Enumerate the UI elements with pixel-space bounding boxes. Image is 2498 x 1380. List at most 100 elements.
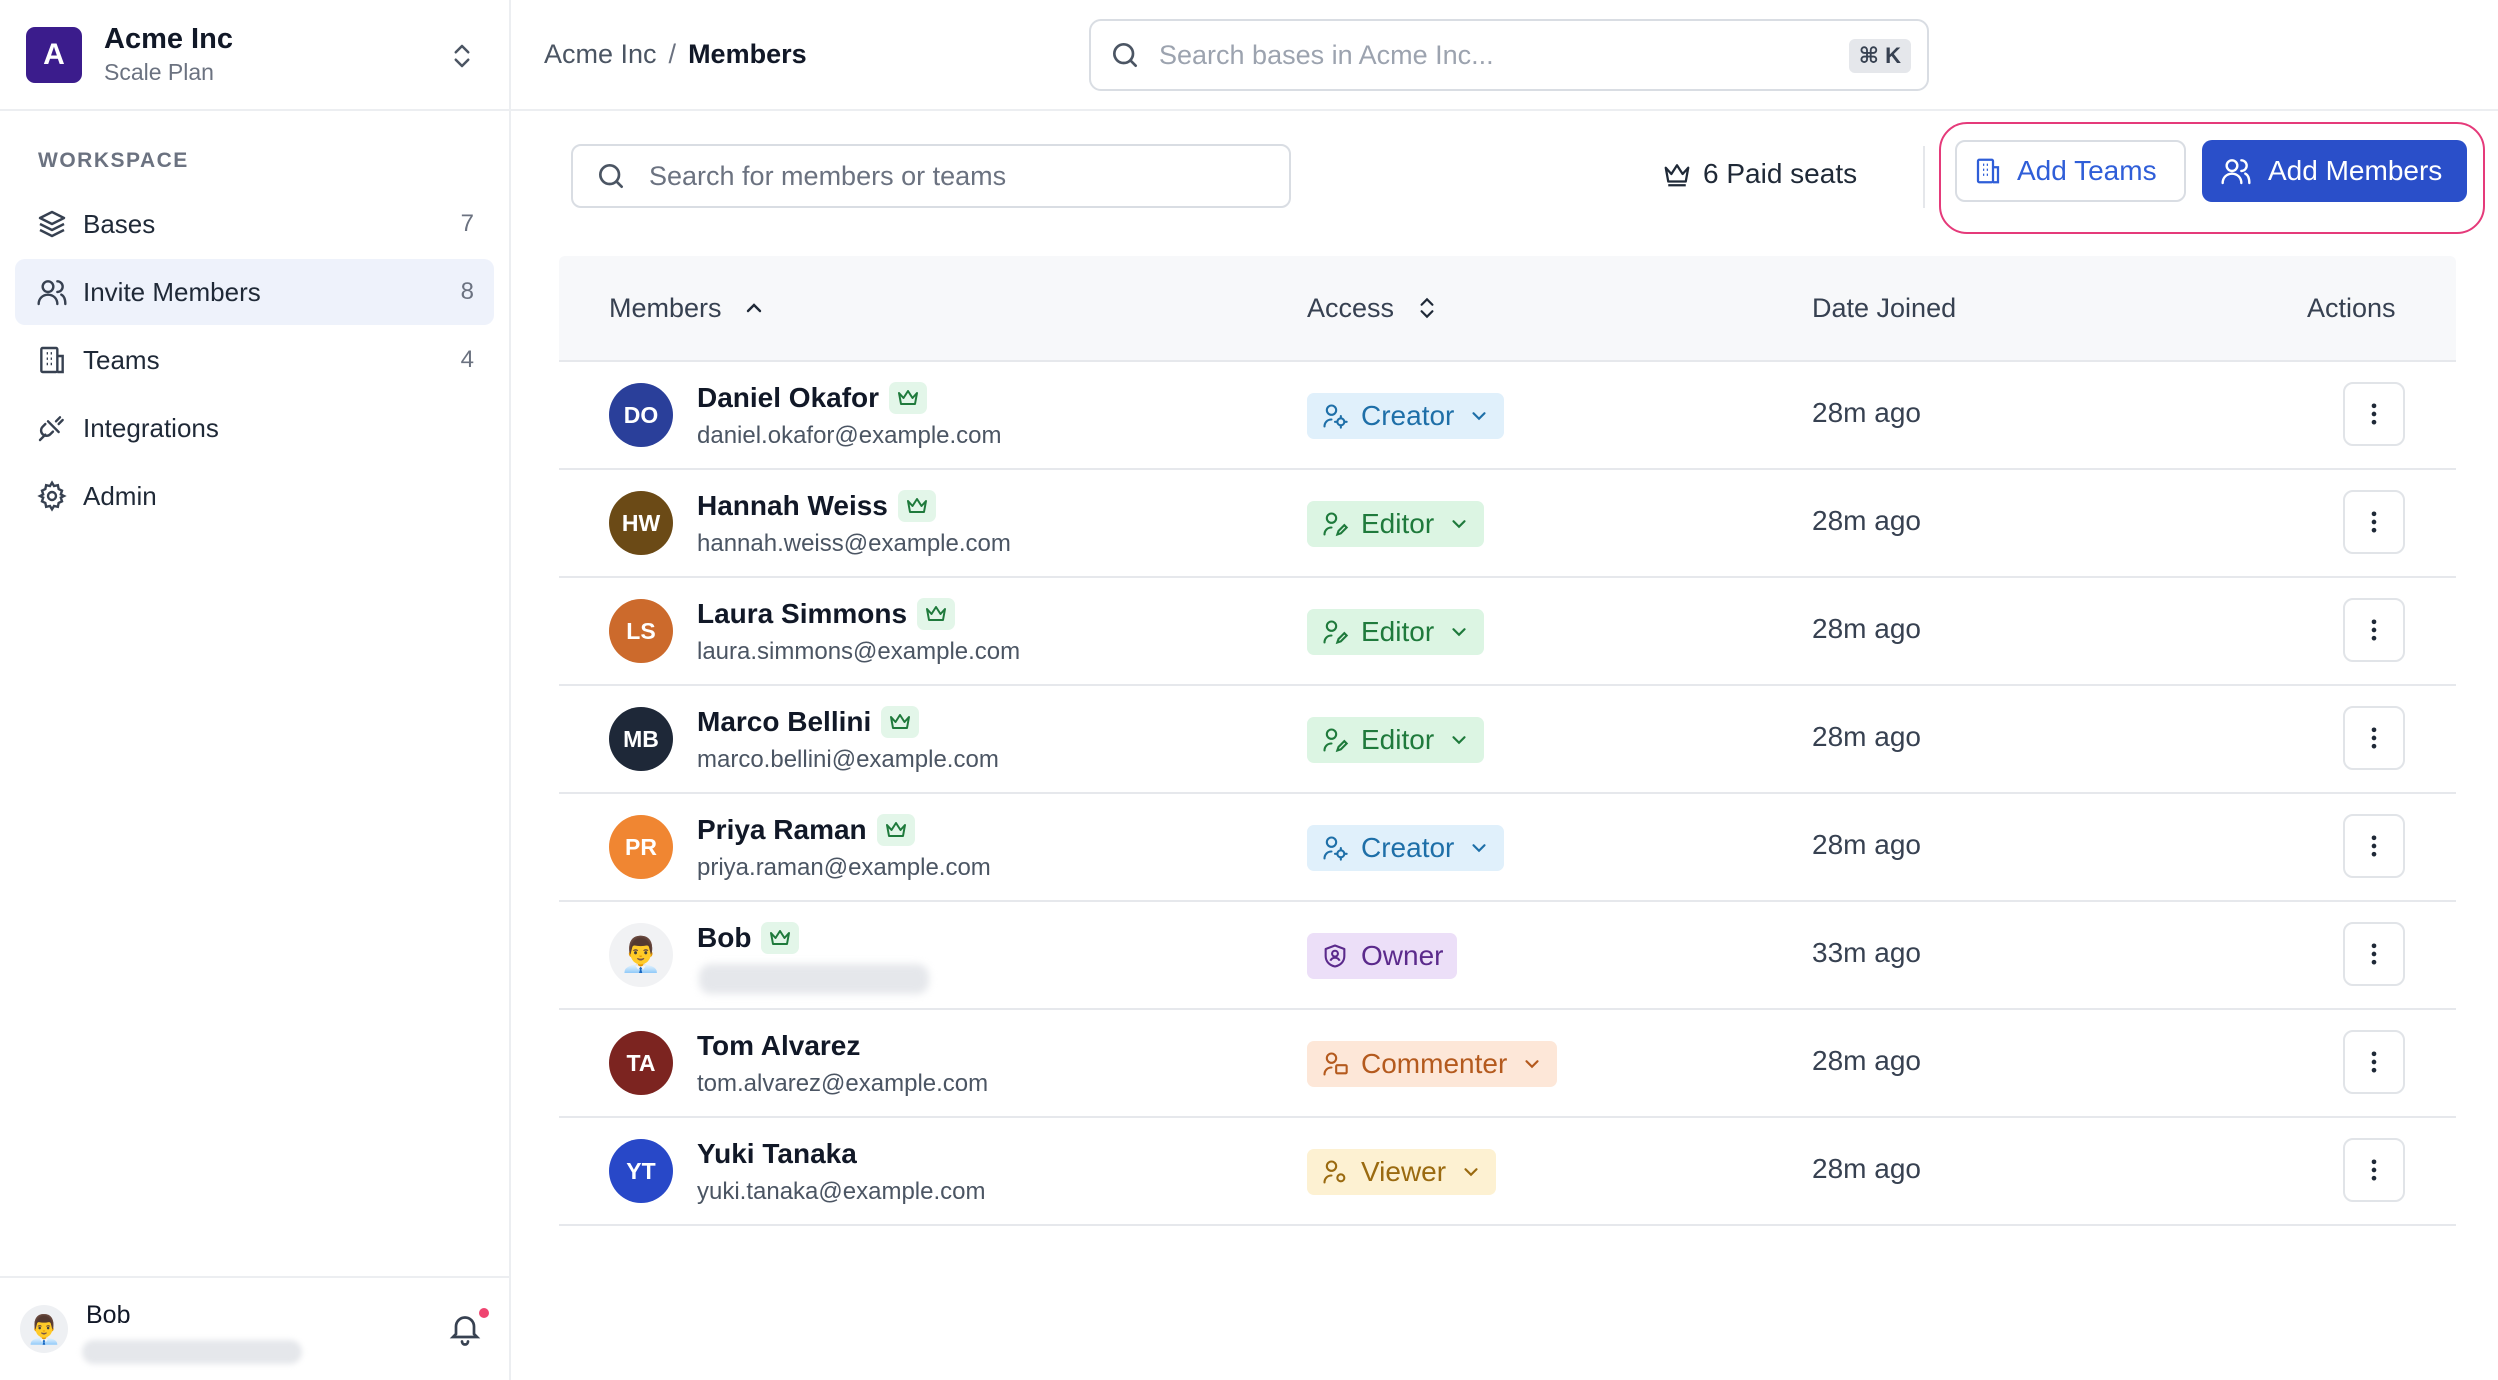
row-actions-button[interactable]: [2343, 1138, 2405, 1202]
paid-seat-badge: [917, 598, 956, 630]
date-joined: 28m ago: [1812, 721, 1921, 752]
sort-icon: [1420, 297, 1434, 319]
row-actions-button[interactable]: [2343, 490, 2405, 554]
more-vertical-icon: [2371, 1051, 2377, 1073]
breadcrumb: Acme Inc / Members: [544, 39, 807, 70]
paid-seat-badge: [761, 922, 800, 954]
date-joined: 28m ago: [1812, 1045, 1921, 1076]
column-header-label: Access: [1307, 292, 1395, 323]
table-row: 👨‍💼 Bob Owner 33m ago: [559, 902, 2456, 1010]
member-email: priya.raman@example.com: [697, 854, 991, 881]
member-name: Hannah Weiss: [697, 490, 888, 521]
column-header-date-joined: Date Joined: [1812, 292, 1957, 323]
bell-icon[interactable]: [447, 1308, 483, 1348]
access-dropdown[interactable]: Commenter: [1307, 1041, 1558, 1087]
redacted-email: [82, 1340, 302, 1364]
members-table: Members Access Date Joined Actions DO Da…: [559, 256, 2456, 1226]
users-icon: [35, 275, 69, 309]
add-teams-label: Add Teams: [2017, 155, 2157, 186]
member-name: Marco Bellini: [697, 706, 872, 737]
workspace-logo: A: [26, 26, 82, 83]
chevron-down-icon: [1452, 628, 1466, 637]
access-dropdown[interactable]: Creator: [1307, 825, 1505, 871]
user-profile[interactable]: 👨‍💼 Bob: [0, 1276, 509, 1380]
access-label: Editor: [1361, 508, 1435, 539]
breadcrumb-current: Members: [688, 39, 807, 69]
row-actions-button[interactable]: [2343, 814, 2405, 878]
breadcrumb-root[interactable]: Acme Inc: [544, 39, 657, 70]
plug-icon: [35, 411, 69, 445]
avatar: HW: [609, 491, 673, 555]
paid-seat-badge: [881, 706, 920, 738]
access-label: Creator: [1361, 400, 1455, 431]
column-header-members[interactable]: Members: [609, 293, 766, 324]
add-teams-button[interactable]: Add Teams: [1955, 140, 2186, 202]
access-label: Commenter: [1361, 1048, 1508, 1079]
member-name: Laura Simmons: [697, 598, 908, 629]
access-dropdown[interactable]: Viewer: [1307, 1149, 1497, 1195]
sidebar-item-teams[interactable]: Teams 4: [15, 327, 494, 393]
member-name: Daniel Okafor: [697, 382, 880, 413]
building-icon: [35, 343, 69, 377]
user-pen-icon: [1321, 510, 1349, 538]
user-cog-icon: [1321, 834, 1349, 862]
access-dropdown[interactable]: Editor: [1307, 609, 1485, 655]
column-header-actions: Actions: [2307, 292, 2396, 323]
sidebar-item-admin[interactable]: Admin: [15, 463, 494, 529]
sidebar-item-invite-members[interactable]: Invite Members 8: [15, 259, 494, 325]
add-members-label: Add Members: [2268, 155, 2443, 186]
row-actions-button[interactable]: [2343, 598, 2405, 662]
row-actions-button[interactable]: [2343, 706, 2405, 770]
row-actions-button[interactable]: [2343, 382, 2405, 446]
sidebar-item-integrations[interactable]: Integrations: [15, 395, 494, 461]
row-actions-button[interactable]: [2343, 922, 2405, 986]
sidebar-nav: Bases 7 Invite Members 8 Teams 4 Integra…: [0, 191, 509, 529]
access-label: Editor: [1361, 724, 1435, 755]
access-dropdown[interactable]: Creator: [1307, 393, 1505, 439]
table-header: Members Access Date Joined Actions: [559, 256, 2456, 362]
avatar: 👨‍💼: [20, 1305, 68, 1353]
member-email: marco.bellini@example.com: [697, 746, 999, 773]
avatar: MB: [609, 707, 673, 771]
access-dropdown[interactable]: Editor: [1307, 501, 1485, 547]
avatar: PR: [609, 815, 673, 879]
search-placeholder: Search for members or teams: [649, 160, 1007, 191]
row-actions-button[interactable]: [2343, 1030, 2405, 1094]
sidebar-item-label: Invite Members: [83, 276, 261, 307]
building-icon: [1976, 158, 2000, 184]
table-row: HW Hannah Weiss hannah.weiss@example.com…: [559, 470, 2456, 578]
table-body: DO Daniel Okafor daniel.okafor@example.c…: [559, 362, 2456, 1226]
users-icon: [2221, 159, 2251, 185]
paid-seat-badge: [876, 814, 915, 846]
avatar: DO: [609, 383, 673, 447]
search-placeholder: Search bases in Acme Inc...: [1159, 39, 1494, 70]
crown-icon: [890, 714, 911, 729]
date-joined: 28m ago: [1812, 397, 1921, 428]
search-bases-input[interactable]: Search bases in Acme Inc... ⌘ K: [1089, 19, 1929, 91]
chevron-down-icon: [1472, 844, 1486, 853]
member-name: Bob: [697, 922, 752, 953]
avatar: LS: [609, 599, 673, 663]
table-row: LS Laura Simmons laura.simmons@example.c…: [559, 578, 2456, 686]
sidebar-item-bases[interactable]: Bases 7: [15, 191, 494, 257]
access-dropdown[interactable]: Editor: [1307, 717, 1485, 763]
search-icon: [599, 164, 623, 188]
sidebar: A Acme Inc Scale Plan WORKSPACE Bases 7 …: [0, 0, 511, 1380]
user-comment-icon: [1321, 1050, 1349, 1078]
chevron-up-down-icon[interactable]: [447, 38, 477, 74]
table-row: TA Tom Alvarez tom.alvarez@example.com C…: [559, 1010, 2456, 1118]
search-members-input[interactable]: Search for members or teams: [571, 144, 1291, 208]
workspace-switcher[interactable]: A Acme Inc Scale Plan: [0, 0, 509, 111]
column-header-access[interactable]: Access: [1307, 293, 1440, 324]
sidebar-item-count: 8: [460, 278, 474, 305]
user-pen-icon: [1321, 618, 1349, 646]
member-email: tom.alvarez@example.com: [697, 1070, 989, 1097]
table-row: DO Daniel Okafor daniel.okafor@example.c…: [559, 362, 2456, 470]
search-icon: [1113, 43, 1137, 67]
workspace-name: Acme Inc: [104, 23, 233, 55]
paid-seats-label: 6 Paid seats: [1703, 158, 1858, 189]
crown-icon: [885, 822, 906, 837]
shield-user-icon: [1321, 942, 1349, 970]
add-members-button[interactable]: Add Members: [2202, 140, 2467, 202]
more-vertical-icon: [2371, 619, 2377, 641]
